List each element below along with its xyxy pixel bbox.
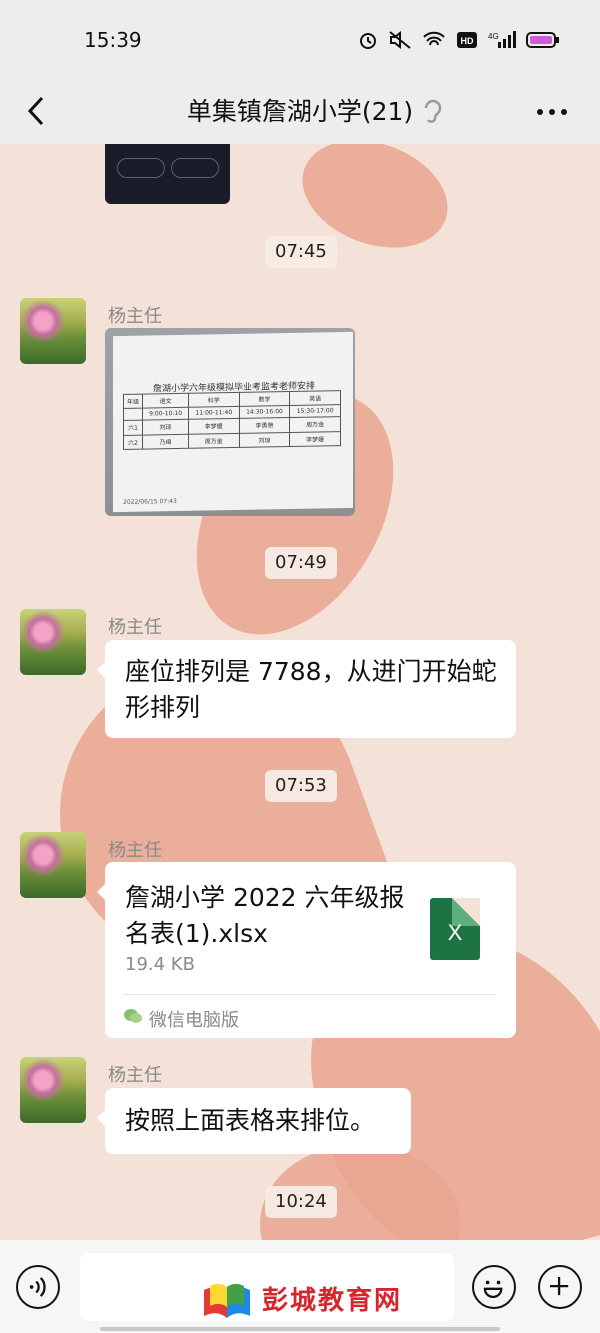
status-time: 15:39 xyxy=(84,28,142,52)
file-message[interactable]: 詹湖小学 2022 六年级报名表(1).xlsx 19.4 KB X 微信电脑版 xyxy=(97,862,516,1038)
file-size: 19.4 KB xyxy=(125,954,195,975)
text-message[interactable]: 按照上面表格来排位。 xyxy=(97,1088,411,1154)
timestamp: 10:24 xyxy=(265,1186,337,1218)
battery-icon xyxy=(526,32,559,48)
sender-name: 杨主任 xyxy=(108,840,162,861)
status-bar: 15:39 HD 4G xyxy=(0,0,600,80)
message-text: 按照上面表格来排位。 xyxy=(125,1106,376,1135)
document-photo: 詹湖小学六年级模拟毕业考监考老师安排 年级 语文 科学 数学 英语 9:00-10:10… xyxy=(113,331,353,513)
excel-file-icon: X xyxy=(430,898,480,960)
avatar[interactable] xyxy=(20,298,86,364)
message-text: 座位排列是 7788，从进门开始蛇形排列 xyxy=(125,657,497,722)
svg-text:4G: 4G xyxy=(488,32,499,41)
timestamp: 07:45 xyxy=(265,236,337,268)
timestamp: 07:49 xyxy=(265,547,337,579)
avatar[interactable] xyxy=(20,609,86,675)
input-bar: 彭城教育网 xyxy=(0,1240,600,1333)
wifi-icon xyxy=(423,31,445,46)
sender-name: 杨主任 xyxy=(108,617,162,638)
home-indicator xyxy=(100,1327,500,1331)
ear-icon xyxy=(424,99,442,123)
sender-name: 杨主任 xyxy=(108,306,162,327)
watermark-text: 彭城教育网 xyxy=(262,1285,403,1316)
chat-title[interactable]: 单集镇詹湖小学(21) xyxy=(0,92,600,128)
voice-icon[interactable] xyxy=(16,1265,60,1309)
avatar[interactable] xyxy=(20,1057,86,1123)
signal-4g-icon: 4G xyxy=(488,31,516,48)
more-icon[interactable] xyxy=(532,92,572,132)
sender-name: 杨主任 xyxy=(108,1065,162,1086)
previous-image-message[interactable] xyxy=(105,144,230,204)
image-message[interactable]: 詹湖小学六年级模拟毕业考监考老师安排 年级 语文 科学 数学 英语 9:00-10:10… xyxy=(105,328,355,516)
watermark-logo-icon xyxy=(204,1283,250,1318)
watermark: 彭城教育网 xyxy=(200,1274,402,1322)
chat-header: 单集镇詹湖小学(21) xyxy=(0,80,600,144)
svg-text:HD: HD xyxy=(461,36,474,46)
file-source: 微信电脑版 xyxy=(149,1010,239,1031)
mute-icon xyxy=(389,30,411,50)
hd-icon: HD xyxy=(457,32,477,48)
plus-icon[interactable] xyxy=(538,1265,582,1309)
alarm-icon xyxy=(360,33,376,49)
file-name: 詹湖小学 2022 六年级报名表(1).xlsx xyxy=(125,883,405,948)
document-table: 年级 语文 科学 数学 英语 9:00-10:10 11:00-11:40 14:30-16… xyxy=(123,390,341,450)
text-message[interactable]: 座位排列是 7788，从进门开始蛇形排列 xyxy=(97,640,516,738)
status-icons: HD 4G xyxy=(358,28,560,52)
photo-timestamp: 2022/06/15 07:43 xyxy=(123,497,177,506)
avatar[interactable] xyxy=(20,832,86,898)
wechat-icon xyxy=(124,1009,142,1023)
timestamp: 07:53 xyxy=(265,770,337,802)
emoji-icon[interactable] xyxy=(472,1265,516,1309)
divider xyxy=(123,994,496,995)
